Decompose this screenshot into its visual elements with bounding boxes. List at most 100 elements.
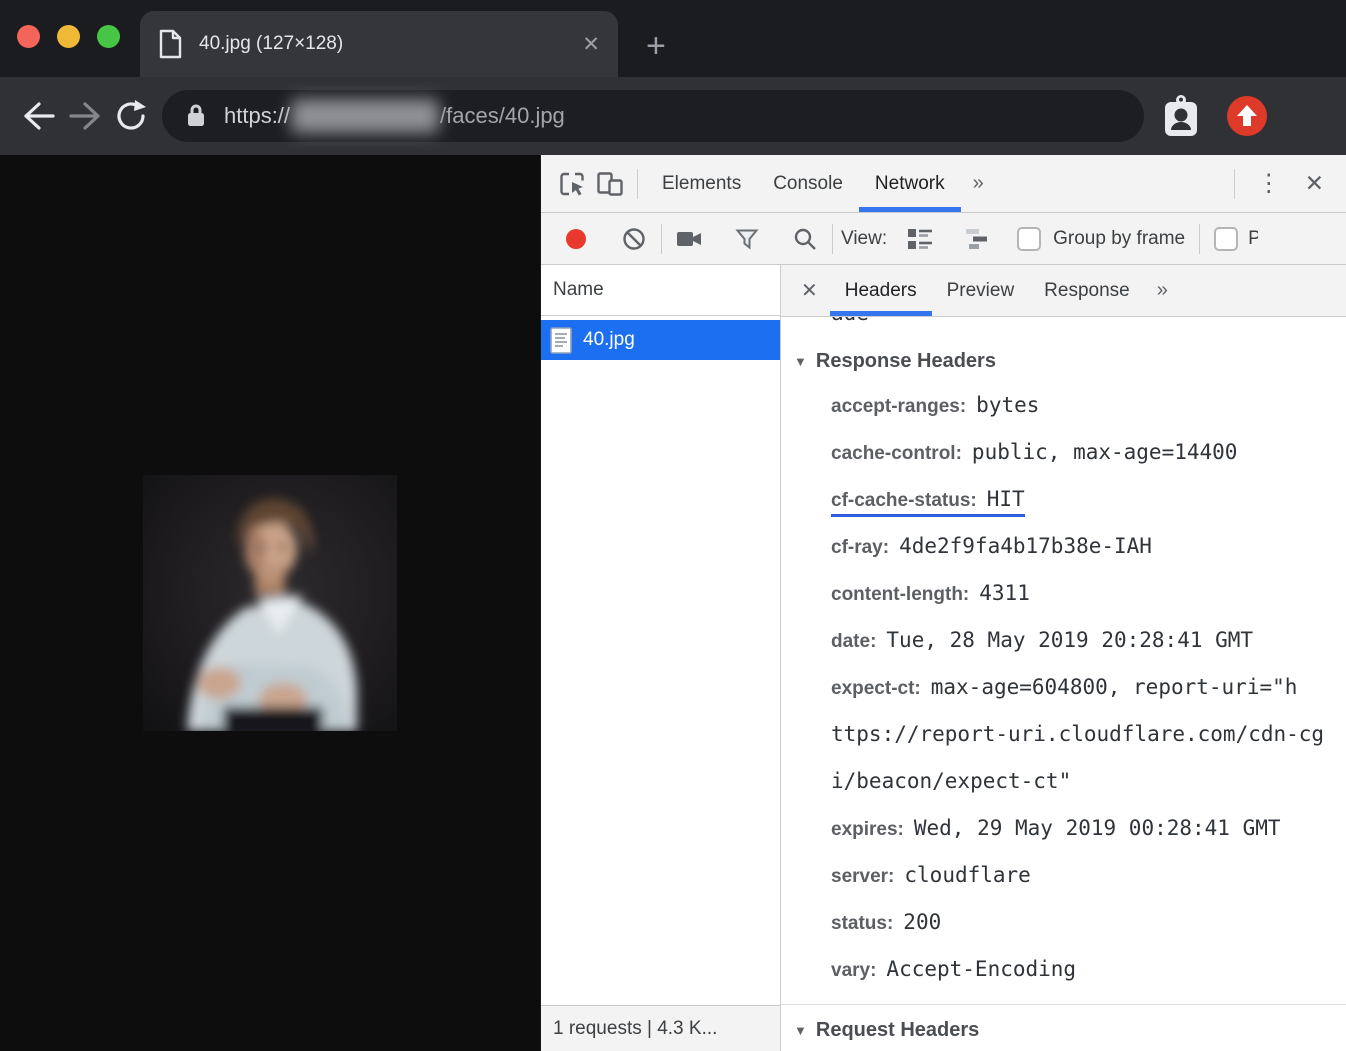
forward-button[interactable] (62, 93, 108, 139)
preserve-log-checkbox[interactable] (1214, 227, 1238, 251)
devtools-menu-icon[interactable]: ⋮ (1243, 172, 1295, 196)
header-row: cache-control: public, max-age=14400 (781, 430, 1346, 477)
profile-avatar-icon[interactable] (1162, 94, 1200, 138)
header-name: status: (831, 913, 893, 934)
extension-upload-icon[interactable] (1226, 95, 1268, 137)
detail-more-tabs-icon[interactable]: » (1145, 265, 1180, 316)
devtools-tab-network[interactable]: Network (859, 155, 961, 212)
scrolled-clipped-line: ade (781, 317, 1346, 330)
header-value: bytes (976, 393, 1039, 417)
capture-screenshots-icon[interactable] (670, 220, 708, 258)
header-name: vary: (831, 960, 876, 981)
device-toolbar-icon[interactable] (591, 165, 629, 203)
portrait-photo (143, 475, 397, 731)
header-name: content-length: (831, 584, 969, 605)
tab-close-icon[interactable]: ✕ (582, 32, 600, 57)
devtools-tabs: ElementsConsoleNetwork (646, 155, 961, 212)
request-headers-title: Request Headers (816, 1019, 979, 1042)
header-value-continuation: ttps://report-uri.cloudflare.com/cdn-cg (781, 712, 1346, 759)
request-file-name: 40.jpg (583, 329, 635, 351)
requests-summary: 1 requests | 4.3 K... (541, 1005, 780, 1051)
network-toolbar: View: Group by frame P (541, 213, 1346, 265)
header-row: server:cloudflare (781, 853, 1346, 900)
divider (1199, 224, 1200, 254)
header-row: accept-ranges: bytes (781, 383, 1346, 430)
zoom-window-button[interactable] (97, 25, 120, 48)
response-headers-title: Response Headers (816, 350, 996, 373)
view-label: View: (841, 228, 887, 250)
devtools-tab-console[interactable]: Console (757, 155, 859, 212)
new-tab-button[interactable]: + (646, 29, 666, 63)
divider (661, 224, 662, 254)
request-rows-view-icon[interactable] (901, 220, 939, 258)
header-value: Accept-Encoding (886, 957, 1076, 981)
collapse-arrow-icon: ▼ (794, 1023, 807, 1038)
page-viewport (0, 155, 540, 1051)
header-row: date:Tue, 28 May 2019 20:28:41 GMT (781, 618, 1346, 665)
page-favicon-icon (158, 29, 183, 59)
header-value: Tue, 28 May 2019 20:28:41 GMT (886, 628, 1253, 652)
file-icon (550, 327, 572, 354)
network-body: Name 40.jpg 1 requests | 4.3 K... ✕ (541, 265, 1346, 1051)
header-row: cf-ray:4de2f9fa4b17b38e-IAH (781, 524, 1346, 571)
waterfall-view-icon[interactable] (959, 220, 997, 258)
reload-button[interactable] (108, 93, 154, 139)
back-button[interactable] (16, 93, 62, 139)
header-name: expires: (831, 819, 904, 840)
devtools-controls: ⋮ ✕ (1226, 155, 1334, 212)
detail-tab-response[interactable]: Response (1029, 265, 1145, 316)
header-row: expect-ct:max-age=604800, report-uri="h (781, 665, 1346, 712)
browser-toolbar: https:// /faces/40.jpg (0, 77, 1346, 155)
url-scheme: https:// (224, 103, 290, 129)
devtools-tab-elements[interactable]: Elements (646, 155, 757, 212)
header-value: 200 (903, 910, 941, 934)
header-name: cache-control: (831, 443, 962, 464)
url-redacted-domain (291, 99, 439, 133)
header-name: accept-ranges: (831, 396, 966, 417)
filter-icon[interactable] (728, 220, 766, 258)
browser-tab[interactable]: 40.jpg (127×128) ✕ (140, 11, 618, 77)
group-by-frame-checkbox[interactable] (1017, 227, 1041, 251)
window-controls (0, 25, 120, 48)
name-column-header[interactable]: Name (541, 265, 780, 316)
clear-network-log-icon[interactable] (615, 220, 653, 258)
header-row: status: 200 (781, 900, 1346, 947)
header-row: cf-cache-status: HIT (781, 477, 1346, 524)
lock-icon (184, 101, 208, 131)
close-window-button[interactable] (17, 25, 40, 48)
tab-title: 40.jpg (127×128) (183, 33, 582, 55)
devtools-close-icon[interactable]: ✕ (1295, 170, 1334, 197)
address-bar[interactable]: https:// /faces/40.jpg (162, 90, 1144, 142)
detail-tabbar: ✕ HeadersPreviewResponse » (781, 265, 1346, 317)
header-name: cf-cache-status: (831, 490, 977, 511)
header-row: content-length: 4311 (781, 571, 1346, 618)
divider (637, 169, 638, 199)
more-tabs-icon[interactable]: » (961, 155, 996, 212)
response-headers-list: accept-ranges: bytes cache-control: public,… (781, 383, 1346, 994)
minimize-window-button[interactable] (57, 25, 80, 48)
divider (781, 1004, 1346, 1005)
requests-panel: Name 40.jpg 1 requests | 4.3 K... (541, 265, 781, 1051)
tab-strip: 40.jpg (127×128) ✕ + (0, 0, 1346, 77)
close-detail-icon[interactable]: ✕ (789, 278, 830, 303)
request-detail-panel: ✕ HeadersPreviewResponse » ade ▼ Respons… (781, 265, 1346, 1051)
response-headers-section-toggle[interactable]: ▼ Response Headers (794, 350, 1346, 373)
detail-tabs: HeadersPreviewResponse (830, 265, 1145, 316)
request-headers-section-toggle[interactable]: ▼ Request Headers (794, 1019, 1346, 1042)
divider (1234, 169, 1235, 199)
search-icon[interactable] (786, 220, 824, 258)
header-value: Wed, 29 May 2019 00:28:41 GMT (914, 816, 1281, 840)
header-value: 4de2f9fa4b17b38e-IAH (899, 534, 1152, 558)
header-value: HIT (987, 487, 1025, 511)
header-value: 4311 (979, 581, 1030, 605)
request-row[interactable]: 40.jpg (541, 320, 780, 360)
divider (832, 224, 833, 254)
detail-tab-preview[interactable]: Preview (932, 265, 1030, 316)
detail-tab-headers[interactable]: Headers (830, 265, 932, 316)
devtools-tabbar: ElementsConsoleNetwork » ⋮ ✕ (541, 155, 1346, 213)
inspect-element-icon[interactable] (553, 165, 591, 203)
toolbar-right (1162, 94, 1268, 138)
main-area: ElementsConsoleNetwork » ⋮ ✕ (0, 155, 1346, 1051)
header-value: public, max-age=14400 (972, 440, 1238, 464)
record-network-log-icon[interactable] (557, 220, 595, 258)
